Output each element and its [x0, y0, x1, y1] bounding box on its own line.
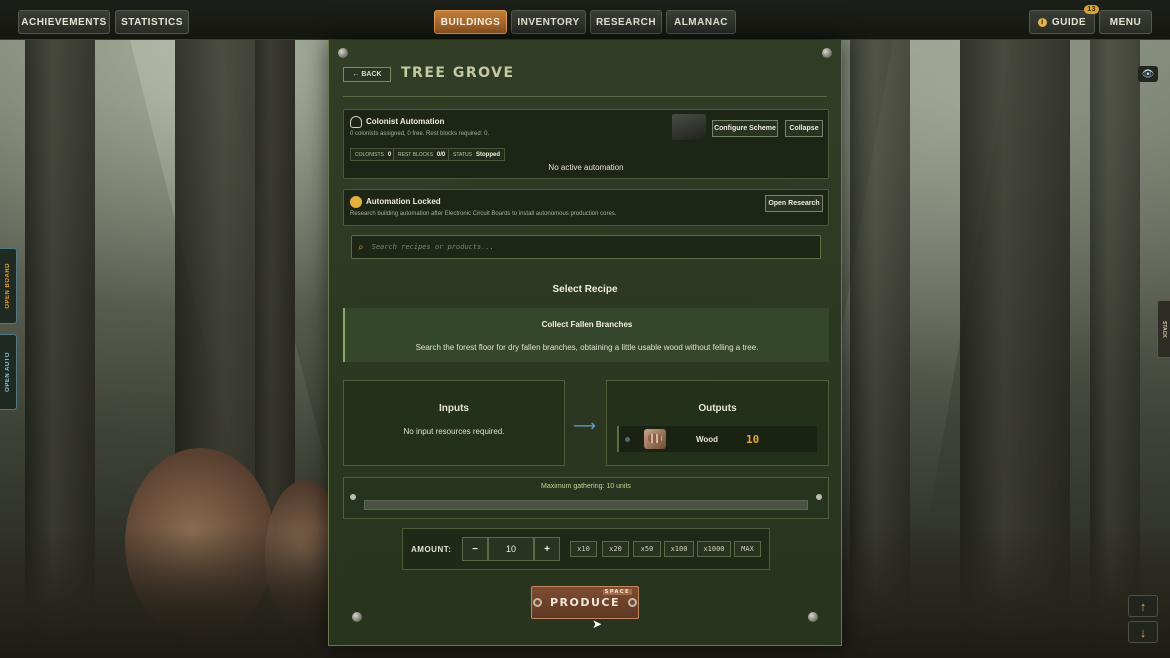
dot-icon	[625, 436, 630, 442]
automation-locked-card: Automation Locked Research building auto…	[343, 189, 829, 226]
automation-title: Colonist Automation	[366, 117, 445, 126]
multiplier-x100[interactable]: x100	[664, 541, 694, 557]
mouse-cursor-icon: ➤	[592, 617, 603, 631]
inputs-box: Inputs No input resources required.	[343, 380, 565, 466]
tab-almanac[interactable]: ALMANAC	[666, 10, 736, 34]
automation-subtitle: 0 colonists assigned, 0 free. Rest block…	[350, 131, 490, 137]
achievements-button[interactable]: ACHIEVEMENTS	[18, 10, 110, 34]
rivet-icon	[338, 48, 348, 58]
multiplier-x50[interactable]: x50	[633, 541, 661, 557]
top-bar: ACHIEVEMENTS STATISTICS BUILDINGS INVENT…	[0, 0, 1170, 40]
rivet-icon	[352, 612, 362, 622]
slider-min-handle[interactable]	[350, 494, 356, 500]
arrow-right-icon: ⟶	[573, 418, 596, 435]
amount-controls: AMOUNT: − 10 + x10 x20 x50 x100 x1000 MA…	[402, 528, 770, 570]
gathering-bar: Maximum gathering: 10 units	[343, 477, 829, 519]
tab-research[interactable]: RESEARCH	[590, 10, 662, 34]
divider	[343, 96, 827, 97]
collapse-button[interactable]: Collapse	[785, 120, 823, 137]
info-icon: i	[1037, 17, 1047, 27]
eye-icon[interactable]: 👁	[1138, 66, 1158, 82]
gear-icon	[532, 598, 542, 607]
colonist-icon	[350, 116, 362, 128]
output-name: Wood	[696, 434, 719, 444]
guide-badge: 13	[1084, 5, 1099, 14]
multiplier-x1000[interactable]: x1000	[697, 541, 731, 557]
outputs-title: Outputs	[698, 403, 737, 414]
produce-button[interactable]: PRODUCE SPACE	[531, 586, 639, 619]
robot-icon	[672, 114, 706, 140]
open-auto-tab[interactable]: OPEN AUTO	[0, 334, 17, 410]
tab-inventory[interactable]: INVENTORY	[511, 10, 586, 34]
open-research-button[interactable]: Open Research	[765, 195, 823, 212]
amount-label: AMOUNT:	[411, 545, 452, 554]
statistics-button[interactable]: STATISTICS	[115, 10, 189, 34]
hotkey-badge: SPACE	[602, 589, 632, 595]
search-input[interactable]	[371, 243, 802, 251]
slider-max-handle[interactable]	[816, 494, 822, 500]
search-icon: ⌕	[358, 241, 364, 253]
rivet-icon	[808, 612, 818, 622]
increase-button[interactable]: +	[534, 537, 560, 561]
rest-blocks-chip: REST BLOCKS 0/0	[393, 148, 451, 161]
page-title: TREE GROVE	[401, 65, 515, 81]
no-automation-text: No active automation	[548, 163, 624, 172]
configure-scheme-button[interactable]: Configure Scheme	[712, 120, 778, 137]
menu-button[interactable]: MENU	[1099, 10, 1152, 34]
building-panel: ← BACK TREE GROVE Colonist Automation 0 …	[328, 40, 842, 646]
multiplier-x20[interactable]: x20	[602, 541, 629, 557]
tab-buildings[interactable]: BUILDINGS	[434, 10, 507, 34]
back-button[interactable]: ← BACK	[343, 67, 391, 82]
colonists-chip: COLONISTS 0	[350, 148, 397, 161]
colonist-automation-card: Colonist Automation 0 colonists assigned…	[343, 109, 829, 179]
quantity-field[interactable]: 10	[488, 537, 534, 561]
recipe-name: Collect Fallen Branches	[541, 320, 633, 329]
locked-title: Automation Locked	[366, 197, 441, 206]
multiplier-x10[interactable]: x10	[570, 541, 597, 557]
guide-button[interactable]: i GUIDE 13	[1029, 5, 1099, 34]
select-recipe-heading: Select Recipe	[552, 284, 618, 295]
inputs-empty: No input resources required.	[403, 427, 505, 436]
gear-icon	[628, 598, 638, 607]
multiplier-max[interactable]: MAX	[734, 541, 761, 557]
wood-icon	[644, 429, 666, 449]
recipe-desc: Search the forest floor for dry fallen b…	[415, 343, 759, 352]
gathering-track	[364, 500, 808, 510]
locked-desc: Research building automation after Elect…	[350, 211, 617, 217]
decrease-button[interactable]: −	[462, 537, 488, 561]
open-board-tab[interactable]: OPEN BOARD	[0, 248, 17, 324]
outputs-box: Outputs Wood 10	[606, 380, 829, 466]
output-item: Wood 10	[617, 426, 817, 452]
scroll-up-button[interactable]: ↑	[1128, 595, 1158, 617]
output-qty: 10	[746, 432, 760, 446]
scroll-down-button[interactable]: ↓	[1128, 621, 1158, 643]
stack-tab[interactable]: STACK	[1157, 300, 1170, 358]
gathering-label: Maximum gathering: 10 units	[541, 483, 631, 490]
inputs-title: Inputs	[439, 403, 469, 414]
status-chip: STATUS Stopped	[448, 148, 505, 161]
rivet-icon	[822, 48, 832, 58]
lock-icon	[350, 196, 362, 208]
recipe-search: ⌕	[351, 235, 821, 259]
recipe-card[interactable]: Collect Fallen Branches Search the fores…	[343, 308, 829, 362]
